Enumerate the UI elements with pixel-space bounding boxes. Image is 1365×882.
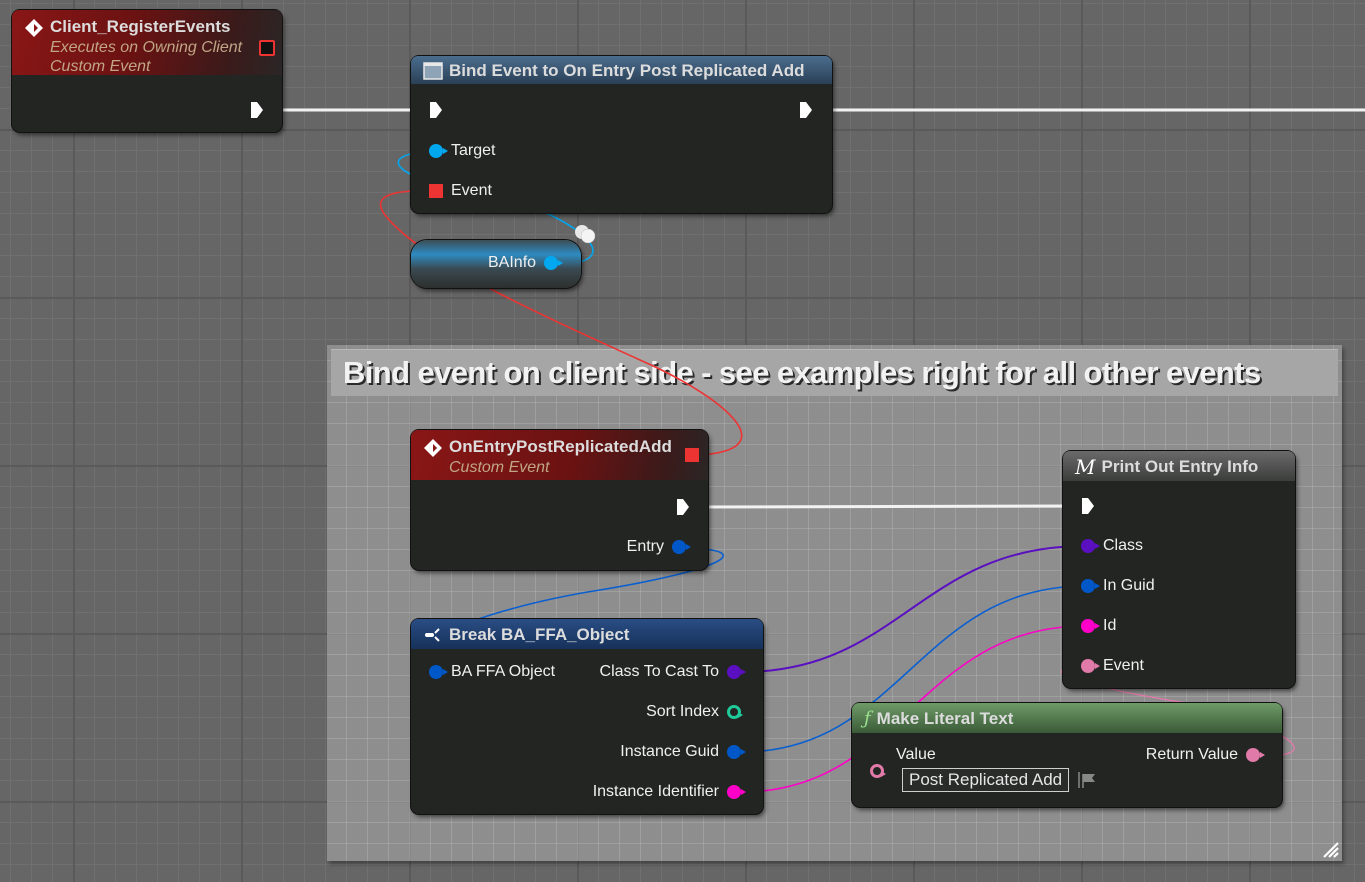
text-pin-icon[interactable] — [1246, 748, 1265, 762]
pin-label: In Guid — [1103, 577, 1155, 594]
pin-bainfo-output[interactable]: BAInfo — [488, 254, 564, 272]
name-pin-icon[interactable] — [727, 785, 746, 799]
pin-target[interactable]: Target — [429, 142, 495, 160]
node-make-literal-text[interactable]: ƒ Make Literal Text Value Post Replicate… — [852, 703, 1282, 807]
exec-input-pin[interactable] — [1081, 497, 1095, 515]
reroute-bubbles-icon — [575, 225, 596, 244]
pin-id[interactable]: Id — [1081, 617, 1116, 635]
struct-pin-icon[interactable] — [429, 665, 448, 679]
macro-icon: M — [1075, 454, 1096, 479]
pin-instance-identifier[interactable]: Instance Identifier — [592, 783, 746, 801]
node-header: Bind Event to On Entry Post Replicated A… — [411, 56, 832, 84]
node-header: Client_RegisterEvents Executes on Owning… — [12, 10, 282, 75]
localization-flag-icon[interactable] — [1077, 770, 1097, 790]
event-diamond-icon — [25, 19, 43, 37]
guid-pin-icon[interactable] — [1081, 579, 1100, 593]
pin-label: Event — [451, 182, 492, 199]
blueprint-graph-canvas[interactable]: Bind event on client side - see examples… — [0, 0, 1365, 882]
pin-label: Entry — [626, 538, 664, 555]
text-input-pin-icon[interactable] — [870, 764, 886, 778]
node-title: OnEntryPostReplicatedAdd — [449, 437, 672, 456]
exec-input-pin[interactable] — [429, 101, 443, 119]
node-title: Print Out Entry Info — [1101, 456, 1259, 476]
node-header: Break BA_FFA_Object — [411, 619, 763, 649]
pin-label: BA FFA Object — [451, 663, 556, 680]
resize-grip-icon[interactable] — [1321, 840, 1339, 858]
node-header: ƒ Make Literal Text — [852, 703, 1282, 733]
node-subtitle-replication: Executes on Owning Client — [50, 39, 243, 56]
node-subtitle-type: Custom Event — [50, 58, 151, 75]
text-pin-icon[interactable] — [1081, 659, 1100, 673]
pin-value-input[interactable]: Post Replicated Add — [902, 768, 1097, 792]
pin-class[interactable]: Class — [1081, 537, 1143, 555]
node-print-out-entry-info[interactable]: M Print Out Entry Info Class In Guid Id … — [1063, 451, 1295, 688]
pin-return-value[interactable]: Return Value — [1145, 746, 1265, 764]
node-title: Bind Event to On Entry Post Replicated A… — [449, 60, 805, 80]
pin-entry[interactable]: Entry — [626, 538, 691, 556]
break-struct-icon — [425, 627, 440, 642]
value-text-input[interactable]: Post Replicated Add — [902, 768, 1070, 792]
node-client-register-events[interactable]: Client_RegisterEvents Executes on Owning… — [12, 10, 282, 132]
delegate-output-pin[interactable] — [685, 448, 699, 462]
class-pin-icon[interactable] — [727, 665, 746, 679]
node-subtitle: Custom Event — [449, 459, 550, 476]
pin-label: Instance Identifier — [592, 783, 719, 800]
variable-label: BAInfo — [488, 254, 537, 271]
class-pin-icon[interactable] — [1081, 539, 1100, 553]
node-variable-bainfo[interactable]: BAInfo — [411, 240, 581, 288]
exec-output-pin[interactable] — [799, 101, 813, 119]
int-pin-icon[interactable] — [727, 705, 743, 719]
event-diamond-icon — [424, 439, 442, 457]
exec-output-pin[interactable] — [676, 498, 690, 516]
pin-value-label: Value — [896, 746, 936, 764]
name-pin-icon[interactable] — [1081, 619, 1100, 633]
pin-event[interactable]: Event — [429, 182, 492, 200]
pin-event[interactable]: Event — [1081, 657, 1144, 675]
node-title: Make Literal Text — [876, 708, 1014, 728]
node-bind-event[interactable]: Bind Event to On Entry Post Replicated A… — [411, 56, 832, 213]
pin-label: Target — [451, 142, 496, 159]
function-icon: ƒ — [864, 708, 871, 729]
object-pin-icon[interactable] — [429, 144, 448, 158]
pin-ba-ffa-object[interactable]: BA FFA Object — [429, 663, 555, 681]
pin-sort-index[interactable]: Sort Index — [646, 703, 743, 721]
pin-label: Class To Cast To — [599, 663, 719, 680]
node-break-ba-ffa-object[interactable]: Break BA_FFA_Object BA FFA Object Class … — [411, 619, 763, 814]
function-window-icon — [423, 61, 443, 80]
delegate-pin-icon[interactable] — [429, 184, 443, 198]
node-header: OnEntryPostReplicatedAdd Custom Event — [411, 430, 708, 480]
pin-label: Return Value — [1145, 746, 1238, 763]
struct-pin-icon[interactable] — [672, 540, 691, 554]
pin-label: Event — [1103, 657, 1144, 674]
pin-instance-guid[interactable]: Instance Guid — [620, 743, 746, 761]
delegate-output-pin[interactable] — [259, 40, 275, 56]
pin-label: Instance Guid — [620, 743, 719, 760]
node-title: Client_RegisterEvents — [50, 17, 231, 36]
node-title: Break BA_FFA_Object — [449, 624, 630, 644]
pin-class-to-cast-to[interactable]: Class To Cast To — [599, 663, 746, 681]
comment-title[interactable]: Bind event on client side - see examples… — [331, 349, 1338, 396]
pin-in-guid[interactable]: In Guid — [1081, 577, 1155, 595]
node-header: M Print Out Entry Info — [1063, 451, 1295, 481]
pin-label: Id — [1103, 617, 1117, 634]
node-on-entry-post-replicated-add[interactable]: OnEntryPostReplicatedAdd Custom Event En… — [411, 430, 708, 570]
guid-pin-icon[interactable] — [727, 745, 746, 759]
object-pin-icon[interactable] — [544, 256, 564, 270]
pin-label: Class — [1103, 537, 1144, 554]
pin-label: Sort Index — [646, 703, 719, 720]
pin-label: Value — [896, 746, 936, 763]
exec-output-pin[interactable] — [250, 101, 264, 119]
